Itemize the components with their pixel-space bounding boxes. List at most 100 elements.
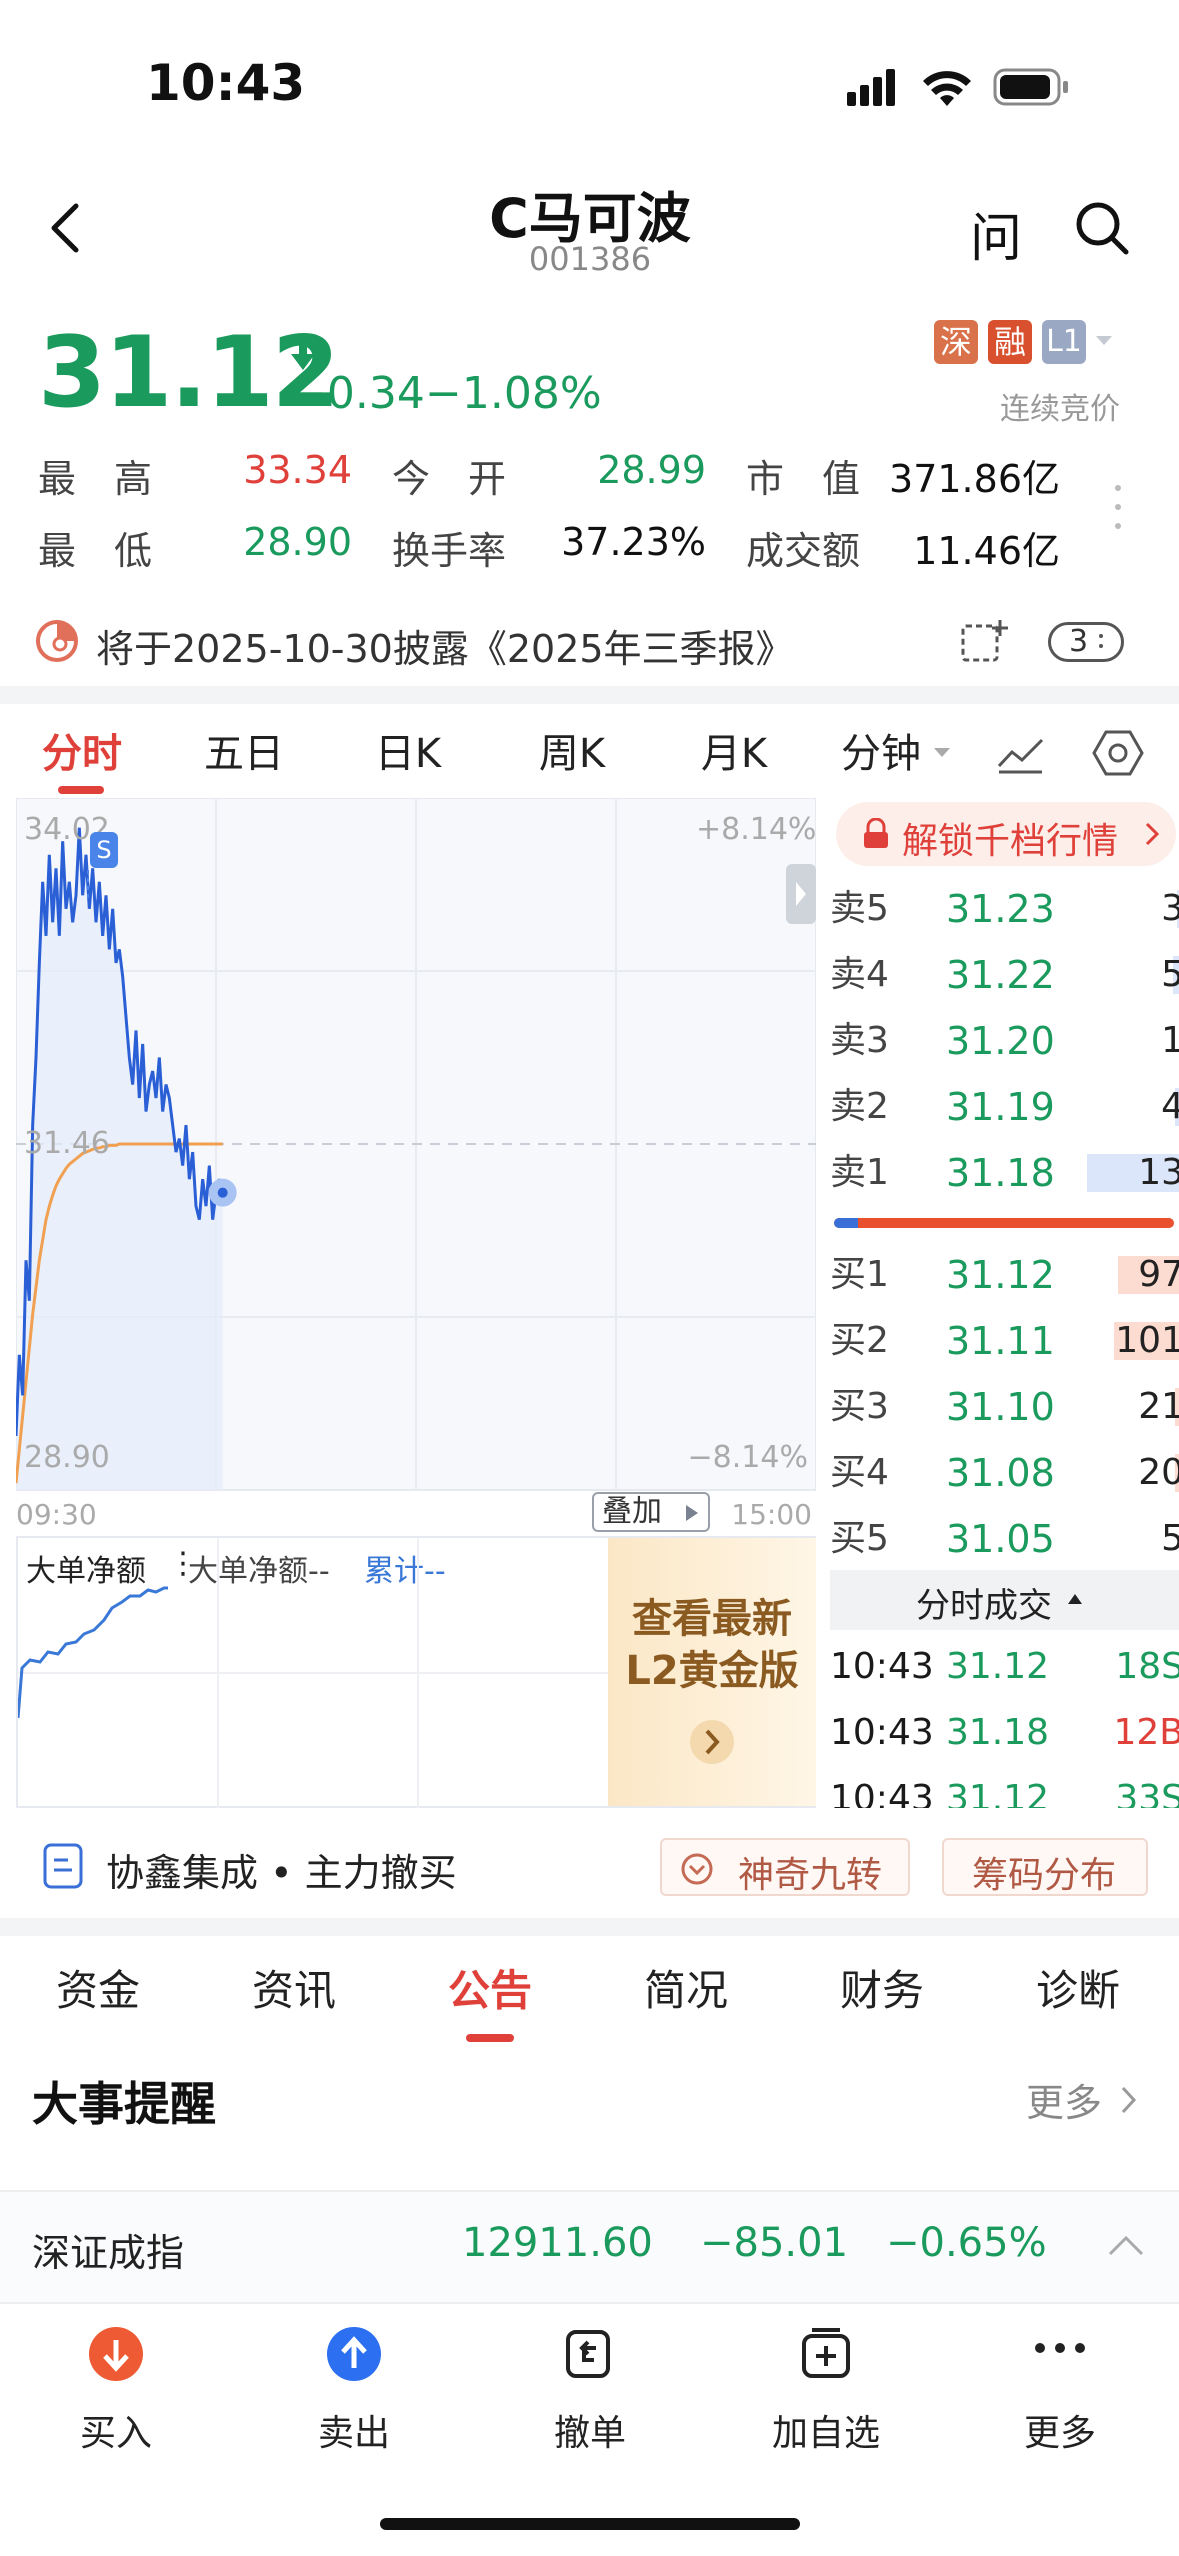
events-section: 大事提醒 更多 bbox=[0, 2046, 1179, 2190]
ask-level[interactable]: 卖4 31.22 5 bbox=[830, 942, 1179, 1008]
level-volume: 13 bbox=[1138, 1152, 1179, 1193]
unlock-button[interactable]: 解锁千档行情 bbox=[836, 802, 1176, 866]
tab-underline bbox=[58, 786, 104, 794]
tab-announcements[interactable]: 公告 bbox=[392, 1936, 588, 2046]
tab-funds[interactable]: 资金 bbox=[0, 1936, 196, 2046]
disclosure-notice[interactable]: 将于2025-10-30披露《2025年三季报》 3 bbox=[0, 600, 1179, 684]
chart-style-icon[interactable] bbox=[996, 732, 1046, 776]
trade-row: 10:43 31.18 12B bbox=[830, 1700, 1179, 1766]
chevron-down-icon[interactable] bbox=[932, 746, 952, 760]
buy-label: 买入 bbox=[79, 2413, 152, 2454]
chevron-right-icon[interactable] bbox=[1118, 2084, 1140, 2116]
chevron-down-icon[interactable] bbox=[1094, 334, 1114, 348]
more-label: 更多 bbox=[1026, 2081, 1103, 2125]
nine-turn-button[interactable]: 神奇九转 bbox=[660, 1838, 910, 1896]
ask-button[interactable]: 问 bbox=[970, 196, 1022, 271]
order-book: 解锁千档行情 卖5 31.23 3 卖4 31.22 5 卖3 31.20 1 卖2 31.19 4 卖… bbox=[830, 798, 1179, 1808]
level-label: 买2 bbox=[830, 1320, 889, 1361]
bid-level[interactable]: 买2 31.11 101 bbox=[830, 1308, 1179, 1374]
back-icon[interactable] bbox=[46, 200, 86, 256]
wifi-icon bbox=[923, 71, 971, 106]
chevron-circle-icon bbox=[681, 1853, 713, 1885]
level-price: 31.10 bbox=[946, 1385, 1055, 1429]
more-vertical-icon[interactable] bbox=[1112, 482, 1124, 532]
trade-volume: 18S bbox=[1115, 1646, 1179, 1687]
ask-levels: 卖5 31.23 3 卖4 31.22 5 卖3 31.20 1 卖2 31.19 4 卖1 31.18 1… bbox=[830, 876, 1179, 1206]
trade-price: 31.12 bbox=[946, 1778, 1050, 1808]
index-bar[interactable]: 深证成指 12911.60 −85.01 −0.65% bbox=[0, 2190, 1179, 2302]
bid-level[interactable]: 买4 31.08 20 bbox=[830, 1440, 1179, 1506]
annotate-icon[interactable] bbox=[960, 618, 1010, 666]
trades-header[interactable]: 分时成交 bbox=[830, 1570, 1179, 1630]
tab-diagnosis[interactable]: 诊断 bbox=[980, 1936, 1176, 2046]
tools-row: 协鑫集成 • 主力撤买 神奇九转 筹码分布 bbox=[0, 1818, 1179, 1918]
level-price: 31.11 bbox=[946, 1319, 1055, 1363]
ask-level[interactable]: 卖5 31.23 3 bbox=[830, 876, 1179, 942]
level-label: 卖3 bbox=[830, 1020, 889, 1061]
tab-minute[interactable]: 分钟 bbox=[826, 704, 936, 804]
stat-turnover-label: 换手率 bbox=[392, 529, 507, 573]
level-volume: 5 bbox=[1161, 1518, 1179, 1559]
chevron-right-icon bbox=[690, 1720, 734, 1764]
level-price: 31.22 bbox=[946, 953, 1055, 997]
level-label: 卖2 bbox=[830, 1086, 889, 1127]
event-marker[interactable]: S bbox=[90, 832, 118, 868]
chip-distribution-button[interactable]: 筹码分布 bbox=[942, 1838, 1148, 1896]
divider bbox=[0, 686, 1179, 704]
chevron-right-icon bbox=[1145, 822, 1160, 846]
bid-level[interactable]: 买3 31.10 21 bbox=[830, 1374, 1179, 1440]
l2-promo[interactable]: 查看最新 L2黄金版 bbox=[608, 1538, 816, 1806]
ask-level[interactable]: 卖3 31.20 1 bbox=[830, 1008, 1179, 1074]
news-text[interactable]: 协鑫集成 • 主力撤买 bbox=[106, 1842, 457, 1897]
battery-icon bbox=[993, 68, 1068, 106]
settings-icon[interactable] bbox=[1092, 728, 1144, 778]
level-label: 买1 bbox=[830, 1254, 889, 1295]
unlock-label: 解锁千档行情 bbox=[902, 821, 1119, 862]
stat-high: 33.34 bbox=[243, 448, 352, 492]
trade-row: 10:43 31.12 33S bbox=[830, 1766, 1179, 1808]
ask-level[interactable]: 卖2 31.19 4 bbox=[830, 1074, 1179, 1140]
stat-mktcap: 371.86亿 bbox=[889, 457, 1060, 501]
level-price: 31.08 bbox=[946, 1451, 1055, 1495]
events-more-link[interactable]: 更多 bbox=[1026, 2072, 1102, 2127]
bid-level[interactable]: 买1 31.12 97 bbox=[830, 1242, 1179, 1308]
stat-turnover: 37.23% bbox=[561, 520, 706, 564]
level-label: 卖5 bbox=[830, 888, 889, 929]
status-bar: 10:43 bbox=[0, 0, 1179, 170]
y-label-mid: 31.46 bbox=[24, 1126, 110, 1161]
overlay-button[interactable]: 叠加 bbox=[592, 1492, 710, 1532]
trade-price: 31.12 bbox=[946, 1646, 1050, 1687]
price-change: −0.34 bbox=[290, 368, 425, 419]
trade-time: 10:43 bbox=[830, 1778, 934, 1808]
promo-line2: L2黄金版 bbox=[625, 1648, 799, 1694]
level-badge[interactable]: L1 bbox=[1042, 320, 1086, 364]
expand-handle-icon[interactable] bbox=[786, 864, 816, 924]
notice-count-badge[interactable]: 3 bbox=[1048, 622, 1124, 662]
chevron-up-icon[interactable] bbox=[1106, 2234, 1146, 2258]
tab-daily-k[interactable]: 日K bbox=[346, 704, 470, 804]
level-label: 买4 bbox=[830, 1452, 889, 1493]
y-pct-top: +8.14% bbox=[696, 812, 817, 847]
tab-finance[interactable]: 财务 bbox=[784, 1936, 980, 2046]
search-icon[interactable] bbox=[1072, 198, 1132, 258]
tab-profile[interactable]: 简况 bbox=[588, 1936, 784, 2046]
tab-weekly-k[interactable]: 周K bbox=[510, 704, 634, 804]
ask-level[interactable]: 卖1 31.18 13 bbox=[830, 1140, 1179, 1206]
chart-tabs: 分时 五日 日K 周K 月K 分钟 bbox=[0, 704, 1179, 798]
auction-status: 连续竞价 bbox=[1000, 392, 1120, 427]
bid-level[interactable]: 买5 31.05 5 bbox=[830, 1506, 1179, 1572]
trade-price: 31.18 bbox=[946, 1712, 1050, 1753]
more-dots-icon bbox=[1035, 2343, 1085, 2353]
promo-line1: 查看最新 bbox=[632, 1596, 792, 1642]
level-label: 卖4 bbox=[830, 954, 889, 995]
tab-news[interactable]: 资讯 bbox=[196, 1936, 392, 2046]
report-icon bbox=[36, 620, 78, 662]
level-volume: 20 bbox=[1138, 1452, 1179, 1493]
level-price: 31.12 bbox=[946, 1253, 1055, 1297]
tab-five-day[interactable]: 五日 bbox=[182, 704, 306, 804]
x-label-start: 09:30 bbox=[16, 1498, 97, 1531]
intraday-chart[interactable]: 34.02 31.46 28.90 +8.14% −8.14% S bbox=[14, 797, 817, 1510]
stock-code: 001386 bbox=[528, 240, 652, 278]
document-icon bbox=[43, 1843, 83, 1889]
tab-monthly-k[interactable]: 月K bbox=[672, 704, 796, 804]
